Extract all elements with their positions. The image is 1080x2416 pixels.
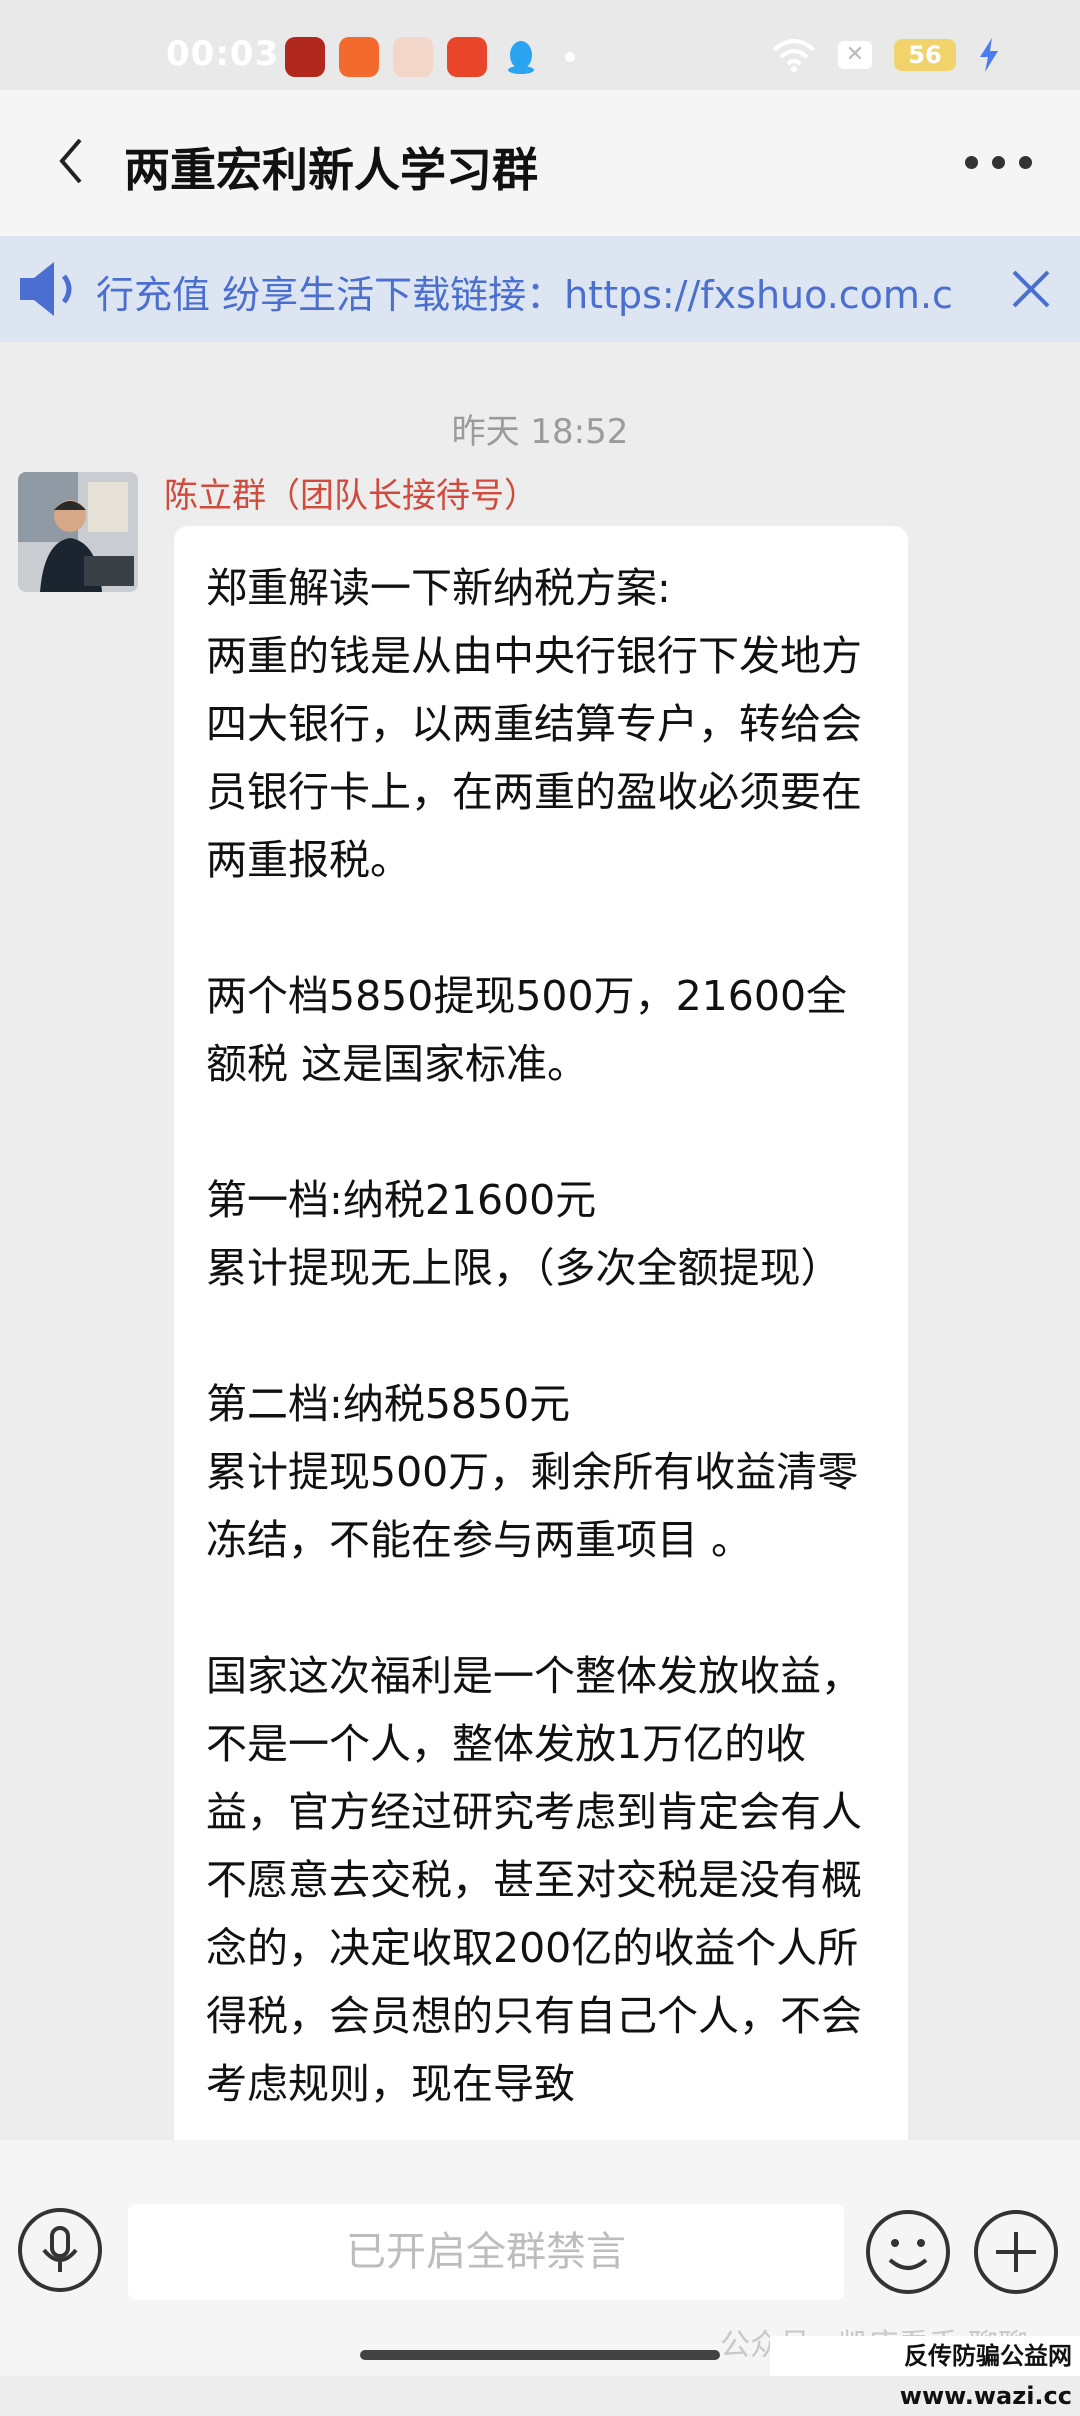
app-icon-orange: [339, 37, 379, 77]
plus-icon[interactable]: [972, 2208, 1060, 2296]
emoji-icon[interactable]: [864, 2208, 952, 2296]
notice-text: 行充值 纷享生活下载链接：https://fxshuo.com.c: [96, 273, 953, 317]
chat-header: 两重宏利新人学习群: [0, 90, 1080, 236]
group-title: 两重宏利新人学习群: [124, 143, 538, 197]
message-text: 郑重解读一下新纳税方案: 两重的钱是从由中央行银行下发地方四大银行，以两重结算专…: [206, 564, 862, 2108]
message-timestamp: 昨天 18:52: [451, 412, 629, 452]
back-icon[interactable]: [52, 136, 92, 186]
no-sim-icon: ✕: [838, 41, 872, 69]
close-icon[interactable]: [1008, 266, 1054, 312]
voice-input-button[interactable]: [18, 2208, 102, 2292]
notification-icons: [285, 37, 575, 77]
message-input[interactable]: 已开启全群禁言: [128, 2204, 844, 2300]
group-notice-banner[interactable]: 行充值 纷享生活下载链接：https://fxshuo.com.c: [0, 236, 1080, 342]
battery-icon: 56: [894, 39, 956, 71]
sender-name: 陈立群（团队长接待号）: [164, 476, 538, 516]
clock: 00:03: [166, 34, 280, 74]
more-notifications-dot: [565, 52, 575, 62]
speaker-icon: [20, 262, 72, 316]
more-options-icon[interactable]: [965, 156, 1032, 169]
wifi-icon: [772, 39, 816, 72]
avatar[interactable]: [18, 472, 138, 592]
status-bar: 00:03 ✕ 56: [0, 0, 1080, 90]
qq-icon: [501, 37, 541, 77]
app-icon-avatar: [393, 37, 433, 77]
app-icon-red: [285, 37, 325, 77]
microphone-icon: [42, 2226, 78, 2272]
message-bubble[interactable]: 郑重解读一下新纳税方案: 两重的钱是从由中央行银行下发地方四大银行，以两重结算专…: [174, 526, 908, 2166]
charging-icon: [980, 38, 998, 72]
video-app-icon: [447, 37, 487, 77]
home-indicator[interactable]: [360, 2350, 720, 2360]
site-watermark: 反传防骗公益网 www.wazi.cc: [770, 2336, 1080, 2410]
